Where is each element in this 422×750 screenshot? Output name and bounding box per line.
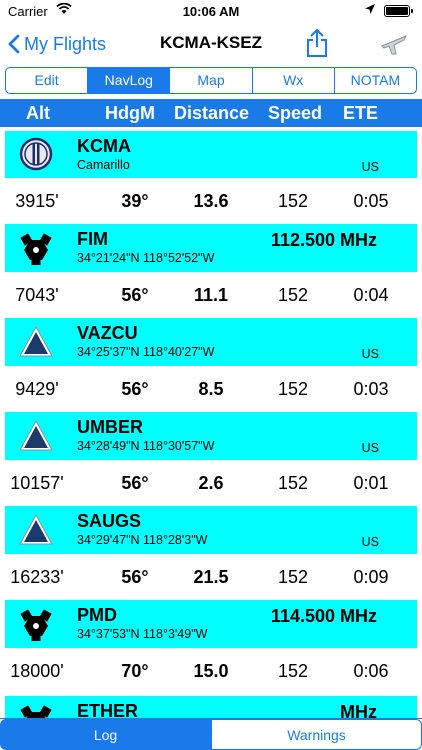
leg-ete: 0:01 (353, 473, 389, 493)
column-speed: Speed (268, 103, 323, 123)
column-ete: ETE (343, 103, 379, 123)
leg-ete: 0:05 (353, 191, 389, 211)
segment-map[interactable]: Map (169, 68, 251, 93)
chevron-left-icon (8, 34, 20, 54)
leg-distance: 21.5 (193, 567, 229, 587)
leg-distance: 11.1 (193, 285, 229, 305)
leg-heading: 70° (121, 661, 149, 681)
waypoint-row[interactable]: PMD 34°37'53"N 118°3'49"W 114.500 MHz (5, 600, 417, 648)
waypoint-row[interactable]: ETHER MHz (5, 696, 417, 720)
back-button[interactable]: My Flights (8, 30, 106, 58)
location-arrow-icon (364, 3, 376, 18)
leg-heading: 39° (121, 191, 149, 211)
waypoint-country: US (361, 347, 379, 361)
leg-heading: 56° (121, 285, 149, 305)
leg-heading: 56° (121, 379, 149, 399)
column-hdg: HdgM (105, 103, 155, 123)
leg-alt: 10157' (10, 473, 64, 493)
waypoint-ident: VAZCU (77, 323, 138, 343)
leg-distance: 13.6 (193, 191, 229, 211)
battery-icon (384, 5, 413, 17)
waypoint-row[interactable]: VAZCU 34°25'37"N 118°40'27"W US (5, 318, 417, 366)
leg-speed: 152 (277, 661, 309, 681)
vortac-icon (20, 609, 52, 641)
leg-row[interactable]: 9429' 56° 8.5 152 0:03 (0, 366, 422, 412)
waypoint-frequency: 114.500 MHz (270, 606, 377, 626)
waypoint-country: US (361, 441, 379, 455)
waypoint-ident: SAUGS (77, 511, 142, 531)
navlog-list[interactable]: KCMA Camarillo US 3915' 39° 13.6 152 0:0… (0, 127, 422, 720)
waypoint-row[interactable]: KCMA Camarillo US (5, 131, 417, 178)
leg-speed: 152 (277, 379, 309, 399)
leg-heading: 56° (121, 567, 149, 587)
leg-row[interactable]: 18000' 70° 15.0 152 0:06 (0, 648, 422, 694)
waypoint-coordinates: 34°25'37"N 118°40'27"W (77, 345, 215, 359)
leg-alt: 9429' (15, 379, 59, 399)
fix-triangle-icon (19, 419, 53, 451)
leg-ete: 0:03 (353, 379, 389, 399)
status-bar: Carrier 10:06 AM (0, 0, 422, 22)
waypoint-ident: FIM (77, 229, 108, 249)
column-header: Alt HdgM Distance Speed ETE (0, 99, 422, 127)
leg-ete: 0:09 (353, 567, 389, 587)
airplane-icon[interactable] (380, 32, 408, 61)
waypoint-row[interactable]: SAUGS 34°29'47"N 118°28'3"W US (5, 506, 417, 554)
leg-speed: 152 (277, 191, 309, 211)
waypoint-frequency: 112.500 MHz (270, 230, 377, 250)
leg-row[interactable]: 16233' 56° 21.5 152 0:09 (0, 554, 422, 600)
segment-wx[interactable]: Wx (251, 68, 334, 93)
segment-edit[interactable]: Edit (6, 68, 87, 93)
waypoint-row[interactable]: UMBER 34°28'49"N 118°30'57"W US (5, 412, 417, 460)
leg-ete: 0:04 (353, 285, 389, 305)
waypoint-country: US (361, 535, 379, 549)
view-segmented-control: Edit NavLog Map Wx NOTAM (5, 67, 417, 94)
share-icon[interactable] (305, 28, 329, 63)
status-time: 10:06 AM (182, 4, 240, 19)
leg-speed: 152 (277, 285, 309, 305)
waypoint-coordinates: 34°29'47"N 118°28'3"W (77, 533, 208, 547)
leg-alt: 7043' (15, 285, 59, 305)
leg-row[interactable]: 10157' 56° 2.6 152 0:01 (0, 460, 422, 506)
fix-triangle-icon (19, 513, 53, 545)
column-alt: Alt (26, 103, 50, 123)
waypoint-coordinates: 34°37'53"N 118°3'49"W (77, 627, 208, 641)
vortac-icon (20, 233, 52, 265)
leg-ete: 0:06 (353, 661, 389, 681)
waypoint-coordinates: 34°21'24"N 118°52'52"W (77, 251, 215, 265)
airport-icon (19, 137, 53, 171)
waypoint-row[interactable]: FIM 34°21'24"N 118°52'52"W 112.500 MHz (5, 224, 417, 272)
leg-alt: 3915' (15, 191, 59, 211)
leg-speed: 152 (277, 473, 309, 493)
waypoint-country: US (361, 160, 379, 174)
waypoint-name: Camarillo (77, 158, 130, 172)
tab-log[interactable]: Log (0, 719, 211, 750)
column-distance: Distance (174, 103, 250, 123)
waypoint-ident: UMBER (77, 417, 143, 437)
fix-triangle-icon (19, 325, 53, 357)
leg-row[interactable]: 7043' 56° 11.1 152 0:04 (0, 272, 422, 318)
bottom-tab-bar: Log Warnings (0, 718, 422, 750)
back-button-label: My Flights (24, 33, 107, 54)
tab-warnings[interactable]: Warnings (211, 719, 422, 750)
leg-alt: 16233' (10, 567, 64, 587)
leg-distance: 8.5 (198, 379, 224, 399)
leg-alt: 18000' (10, 661, 64, 681)
navigation-bar: My Flights KCMA-KSEZ (0, 22, 422, 66)
leg-heading: 56° (121, 473, 149, 493)
segment-notam[interactable]: NOTAM (333, 68, 416, 93)
leg-speed: 152 (277, 567, 309, 587)
waypoint-ident: PMD (77, 605, 117, 625)
waypoint-coordinates: 34°28'49"N 118°30'57"W (77, 439, 215, 453)
leg-row[interactable]: 3915' 39° 13.6 152 0:05 (0, 178, 422, 224)
leg-distance: 15.0 (193, 661, 229, 681)
segment-navlog[interactable]: NavLog (87, 68, 170, 93)
leg-distance: 2.6 (198, 473, 224, 493)
waypoint-ident: KCMA (77, 136, 131, 156)
